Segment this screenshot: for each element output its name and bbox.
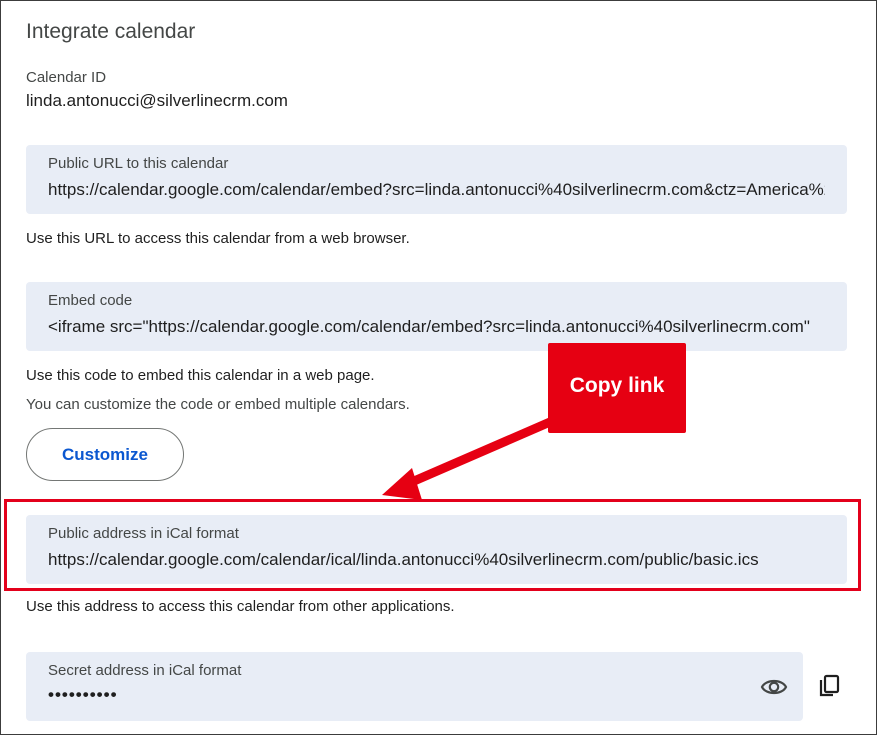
embed-code-helper-customize: You can customize the code or embed mult… [26, 396, 410, 413]
public-url-value[interactable]: https://calendar.google.com/calendar/emb… [48, 180, 825, 200]
embed-code-helper: Use this code to embed this calendar in … [26, 367, 375, 384]
public-url-field[interactable]: Public URL to this calendar https://cale… [26, 145, 847, 214]
ical-secret-label: Secret address in iCal format [48, 662, 242, 679]
eye-icon[interactable] [760, 675, 788, 699]
ical-secret-field[interactable]: Secret address in iCal format •••••••••• [26, 652, 803, 721]
embed-code-field[interactable]: Embed code <iframe src="https://calendar… [26, 282, 847, 351]
calendar-id-label: Calendar ID [26, 69, 107, 86]
public-url-label: Public URL to this calendar [48, 155, 229, 172]
copy-icon[interactable] [817, 673, 843, 699]
ical-highlight-box [4, 499, 861, 591]
embed-code-value[interactable]: <iframe src="https://calendar.google.com… [48, 317, 825, 337]
copy-link-callout: Copy link [548, 343, 686, 433]
embed-code-label: Embed code [48, 292, 133, 309]
page-title: Integrate calendar [26, 20, 196, 43]
ical-secret-value[interactable]: •••••••••• [48, 685, 781, 705]
customize-button[interactable]: Customize [26, 428, 184, 481]
ical-public-helper: Use this address to access this calendar… [26, 598, 455, 615]
arrow-icon [382, 417, 552, 500]
calendar-id-value: linda.antonucci@silverlinecrm.com [26, 91, 288, 110]
public-url-helper: Use this URL to access this calendar fro… [26, 230, 410, 247]
